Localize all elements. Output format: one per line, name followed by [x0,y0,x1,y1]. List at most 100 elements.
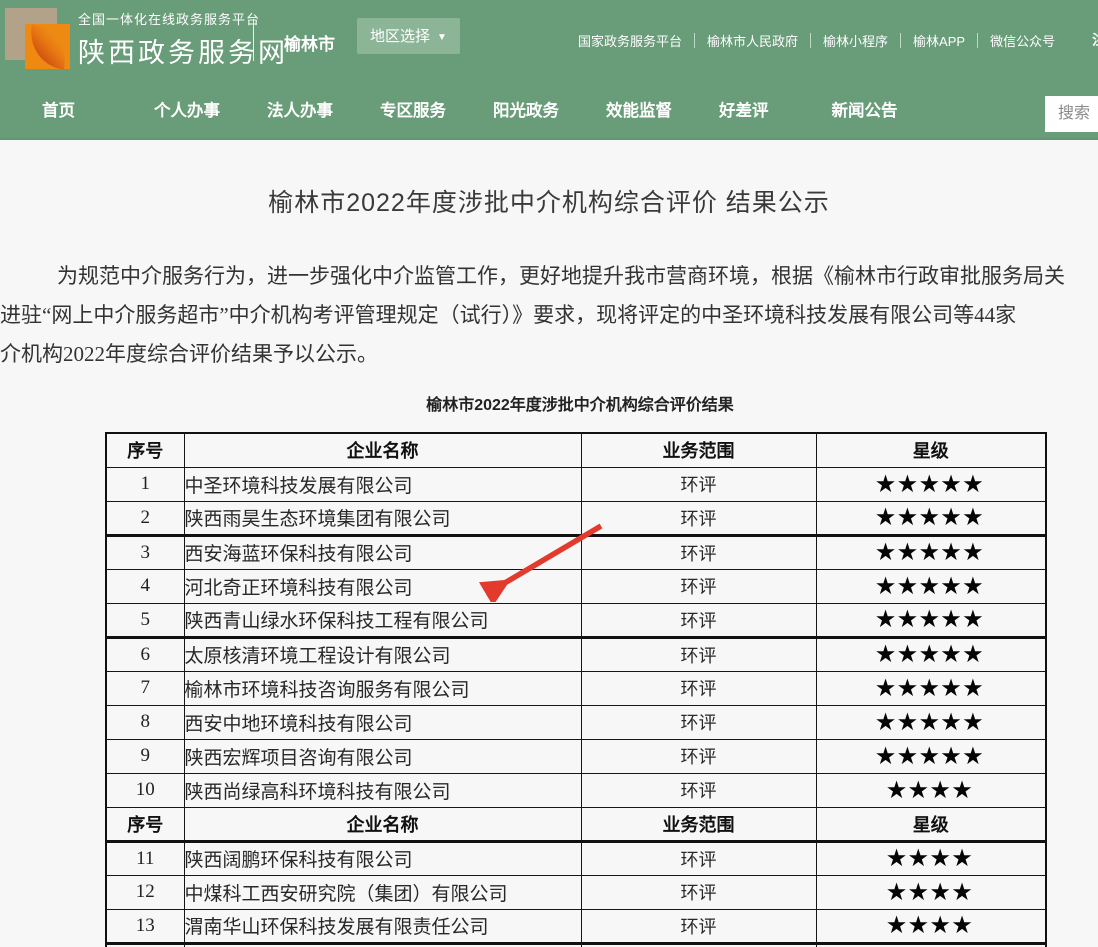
table-row [106,943,1046,947]
main-nav: 首页 个人办事 法人办事 专区服务 阳光政务 效能监督 好差评 新闻公告 [0,80,1098,140]
link-separator [900,33,901,48]
site-logo-icon [5,5,71,71]
cell-no: 6 [106,637,184,671]
top-link[interactable]: 榆林APP [913,31,965,50]
cell-no: 9 [106,739,184,773]
cell-name: 太原核清环境工程设计有限公司 [184,637,581,671]
link-separator [810,33,811,48]
cell-stars: ★★★★★ [816,739,1046,773]
top-links: 国家政务服务平台 榆林市人民政府 榆林小程序 榆林APP 微信公众号 注册 [578,0,1098,80]
site-name: 陕西政务服务网 [78,31,288,70]
cell-no: 2 [106,501,184,535]
cell-name: 西安海蓝环保科技有限公司 [184,535,581,569]
cell-name: 陕西雨昊生态环境集团有限公司 [184,501,581,535]
nav-item-新闻公告[interactable]: 新闻公告 [832,97,898,121]
cell-stars: ★★★★ [816,841,1046,875]
table-caption: 榆林市2022年度涉批中介机构综合评价结果 [0,391,1098,415]
nav-item-效能监督[interactable]: 效能监督 [606,97,672,121]
announcement-paragraph: 为规范中介服务行为，进一步强化中介监管工作，更好地提升我市营商环境，根据《榆林市… [0,257,1098,374]
table-row: 12中煤科工西安研究院（集团）有限公司环评★★★★ [106,875,1046,909]
top-link[interactable]: 微信公众号 [990,31,1055,50]
nav-item-专区服务[interactable]: 专区服务 [380,97,446,121]
table-row: 2陕西雨昊生态环境集团有限公司环评★★★★★ [106,501,1046,535]
cell-scope [581,943,816,947]
header-cell: 企业名称 [184,807,581,841]
nav-item-好差评[interactable]: 好差评 [719,97,769,121]
table-row: 7榆林市环境科技咨询服务有限公司环评★★★★★ [106,671,1046,705]
chevron-down-icon: ▼ [437,32,447,43]
table-row: 6太原核清环境工程设计有限公司环评★★★★★ [106,637,1046,671]
cell-scope: 环评 [581,501,816,535]
cell-scope: 环评 [581,569,816,603]
cell-stars [816,943,1046,947]
cell-stars: ★★★★★ [816,535,1046,569]
paragraph-line: 介机构2022年度综合评价结果予以公示。 [0,335,1098,374]
header-cell: 星级 [816,807,1046,841]
cell-no: 12 [106,875,184,909]
table-row: 3西安海蓝环保科技有限公司环评★★★★★ [106,535,1046,569]
header-cell: 序号 [106,807,184,841]
cell-scope: 环评 [581,875,816,909]
table-row: 1中圣环境科技发展有限公司环评★★★★★ [106,467,1046,501]
cell-stars: ★★★★ [816,909,1046,943]
cell-name: 陕西尚绿高科环境科技有限公司 [184,773,581,807]
cell-scope: 环评 [581,603,816,637]
cell-scope: 环评 [581,841,816,875]
nav-item-个人办事[interactable]: 个人办事 [154,97,220,121]
platform-label: 全国一体化在线政务服务平台 [78,9,288,28]
cell-name: 陕西青山绿水环保科技工程有限公司 [184,603,581,637]
region-select-button[interactable]: 地区选择▼ [357,18,460,54]
cell-name [184,943,581,947]
brand-divider [253,19,254,61]
cell-no: 7 [106,671,184,705]
top-link[interactable]: 榆林市人民政府 [707,31,798,50]
table-row: 11陕西阔鹏环保科技有限公司环评★★★★ [106,841,1046,875]
header-cell: 企业名称 [184,433,581,467]
cell-scope: 环评 [581,773,816,807]
cell-stars: ★★★★★ [816,671,1046,705]
cell-scope: 环评 [581,909,816,943]
paragraph-line: 为规范中介服务行为，进一步强化中介监管工作，更好地提升我市营商环境，根据《榆林市… [0,257,1098,296]
cell-name: 陕西阔鹏环保科技有限公司 [184,841,581,875]
page-title: 榆林市2022年度涉批中介机构综合评价 结果公示 [0,183,1098,219]
nav-item-法人办事[interactable]: 法人办事 [267,97,333,121]
cell-no: 13 [106,909,184,943]
cell-stars: ★★★★★ [816,501,1046,535]
cell-no: 5 [106,603,184,637]
header-cell: 业务范围 [581,807,816,841]
cell-scope: 环评 [581,467,816,501]
table-header-row: 序号企业名称业务范围星级 [106,433,1046,467]
search-input[interactable] [1045,96,1098,132]
cell-stars: ★★★★★ [816,467,1046,501]
top-link[interactable]: 榆林小程序 [823,31,888,50]
cell-no: 3 [106,535,184,569]
table-row: 10陕西尚绿高科环境科技有限公司环评★★★★ [106,773,1046,807]
link-separator [977,33,978,48]
table-row: 8西安中地环境科技有限公司环评★★★★★ [106,705,1046,739]
table-row: 5陕西青山绿水环保科技工程有限公司环评★★★★★ [106,603,1046,637]
cell-scope: 环评 [581,535,816,569]
cell-scope: 环评 [581,739,816,773]
table-header-row: 序号企业名称业务范围星级 [106,807,1046,841]
table-row: 13渭南华山环保科技发展有限责任公司环评★★★★ [106,909,1046,943]
current-city-label: 榆林市 [284,30,335,55]
nav-item-阳光政务[interactable]: 阳光政务 [493,97,559,121]
link-separator [694,33,695,48]
evaluation-table: 序号企业名称业务范围星级1中圣环境科技发展有限公司环评★★★★★2陕西雨昊生态环… [105,432,1047,947]
cell-no: 1 [106,467,184,501]
nav-item-首页[interactable]: 首页 [42,97,75,121]
cell-no: 8 [106,705,184,739]
cell-scope: 环评 [581,637,816,671]
brand-block: 全国一体化在线政务服务平台 陕西政务服务网 [78,9,288,70]
cell-name: 渭南华山环保科技发展有限责任公司 [184,909,581,943]
top-link[interactable]: 国家政务服务平台 [578,31,682,50]
cell-name: 中圣环境科技发展有限公司 [184,467,581,501]
cell-stars: ★★★★ [816,773,1046,807]
register-link[interactable]: 注册 [1092,30,1098,50]
cell-no [106,943,184,947]
cell-no: 4 [106,569,184,603]
cell-stars: ★★★★★ [816,637,1046,671]
cell-name: 西安中地环境科技有限公司 [184,705,581,739]
cell-stars: ★★★★★ [816,569,1046,603]
cell-name: 中煤科工西安研究院（集团）有限公司 [184,875,581,909]
